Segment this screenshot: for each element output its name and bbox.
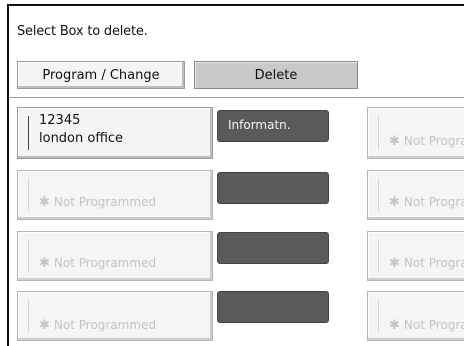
asterisk-icon: ✱	[39, 195, 50, 210]
box-accent-line	[28, 116, 29, 150]
asterisk-icon: ✱	[389, 134, 400, 149]
information-button-3[interactable]	[217, 232, 329, 264]
not-programmed-label: ✱ Not Progra	[389, 134, 464, 149]
box-button-3[interactable]: ✱ Not Programmed	[17, 231, 213, 281]
box-button-2[interactable]: ✱ Not Programmed	[17, 170, 213, 220]
instruction-text: Select Box to delete.	[17, 24, 148, 39]
box-name: london office	[39, 131, 124, 146]
box-accent-line	[378, 300, 379, 332]
not-programmed-label: ✱ Not Progra	[389, 256, 464, 271]
information-label: Informatn.	[228, 118, 291, 132]
asterisk-icon: ✱	[389, 318, 400, 333]
box-accent-line	[378, 240, 379, 272]
box-accent-line	[28, 179, 29, 211]
information-button-2[interactable]	[217, 172, 329, 204]
box-accent-line	[378, 116, 379, 150]
divider	[9, 97, 464, 98]
asterisk-icon: ✱	[389, 256, 400, 271]
not-programmed-label: ✱ Not Programmed	[39, 318, 157, 333]
not-programmed-label: ✱ Not Programmed	[39, 256, 157, 271]
box-button-right-1[interactable]: ✱ Not Progra	[367, 107, 464, 159]
information-button-4[interactable]	[217, 291, 329, 323]
box-accent-line	[28, 300, 29, 332]
box-button-right-2[interactable]: ✱ Not Progra	[367, 170, 464, 220]
program-change-button[interactable]: Program / Change	[17, 61, 185, 89]
box-number: 12345	[39, 113, 81, 128]
asterisk-icon: ✱	[39, 256, 50, 271]
not-programmed-label: ✱ Not Programmed	[39, 195, 157, 210]
delete-button[interactable]: Delete	[194, 61, 358, 89]
box-button-1[interactable]: 12345 london office	[17, 107, 213, 159]
information-button-1[interactable]: Informatn.	[217, 110, 329, 142]
box-accent-line	[378, 179, 379, 211]
box-button-right-3[interactable]: ✱ Not Progra	[367, 231, 464, 281]
asterisk-icon: ✱	[39, 318, 50, 333]
asterisk-icon: ✱	[389, 195, 400, 210]
not-programmed-label: ✱ Not Progra	[389, 195, 464, 210]
not-programmed-label: ✱ Not Progra	[389, 318, 464, 333]
box-accent-line	[28, 240, 29, 272]
